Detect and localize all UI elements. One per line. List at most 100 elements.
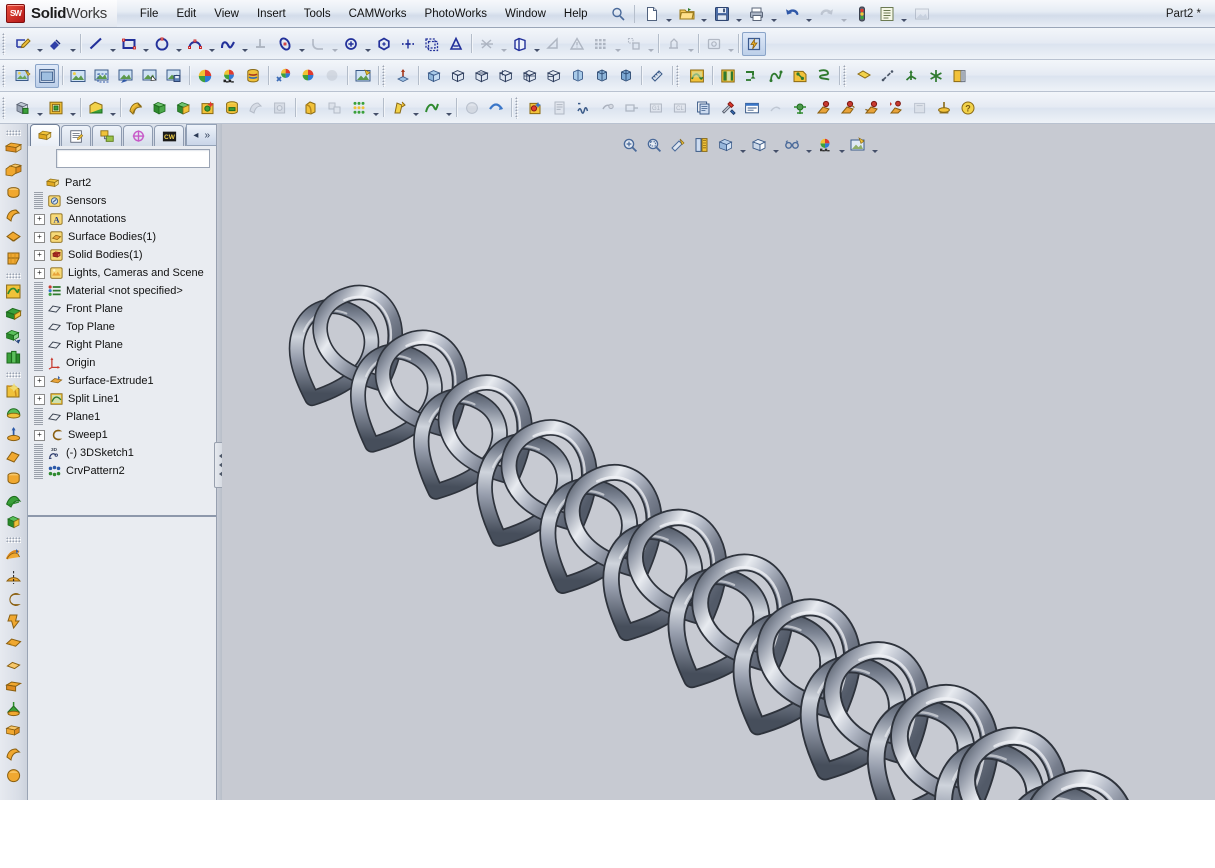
- toolbar-grip[interactable]: [2, 32, 9, 55]
- circle-icon[interactable]: [150, 32, 174, 56]
- point2-icon[interactable]: [924, 64, 948, 88]
- tree-item-lights-cameras-scene[interactable]: + Lights, Cameras and Scene: [28, 264, 216, 282]
- scene-dropdown-icon[interactable]: [870, 131, 879, 159]
- revolved-boss-dropdown-icon[interactable]: [108, 94, 117, 122]
- smart-dimension-icon[interactable]: [44, 32, 68, 56]
- rectangle-icon[interactable]: [117, 32, 141, 56]
- hole-wizard-icon[interactable]: [196, 96, 220, 120]
- swept-boss-icon[interactable]: [3, 204, 24, 225]
- tree-expander[interactable]: +: [34, 213, 45, 225]
- undo-dropdown-icon[interactable]: [805, 0, 814, 28]
- ellipse-dropdown-icon[interactable]: [297, 30, 306, 58]
- tab-property-manager[interactable]: [61, 125, 91, 146]
- tree-item-top-plane[interactable]: Top Plane: [28, 318, 216, 336]
- extruded-boss-base-icon[interactable]: [11, 96, 35, 120]
- post-process-icon[interactable]: [692, 96, 716, 120]
- options-icon[interactable]: [875, 2, 899, 26]
- tree-expander[interactable]: +: [34, 393, 45, 405]
- dome-surface-icon[interactable]: [3, 402, 24, 423]
- surface-offset-icon[interactable]: [3, 325, 24, 346]
- lofted-boss-icon[interactable]: [3, 226, 24, 247]
- sketch-dropdown-icon[interactable]: [35, 30, 44, 58]
- user-define-feature-icon[interactable]: [812, 96, 836, 120]
- thicken-icon[interactable]: [566, 64, 590, 88]
- tree-item-surface-bodies[interactable]: + Surface Bodies(1): [28, 228, 216, 246]
- ellipse-icon[interactable]: [273, 32, 297, 56]
- menu-file[interactable]: File: [131, 4, 168, 24]
- render-preview-icon[interactable]: [138, 64, 162, 88]
- boundary-boss-icon[interactable]: [3, 248, 24, 269]
- tree-item-right-plane[interactable]: Right Plane: [28, 336, 216, 354]
- menu-insert[interactable]: Insert: [248, 4, 295, 24]
- wrap-icon[interactable]: [3, 545, 24, 566]
- split-icon[interactable]: [3, 655, 24, 676]
- display-style-dropdown-icon[interactable]: [771, 131, 780, 159]
- spline-icon[interactable]: [216, 32, 240, 56]
- print-icon[interactable]: [745, 2, 769, 26]
- surface-radiate-icon[interactable]: [3, 347, 24, 368]
- technology-database-icon[interactable]: [716, 96, 740, 120]
- plane-icon[interactable]: [852, 64, 876, 88]
- combine-icon[interactable]: [3, 699, 24, 720]
- fillet-feature-icon[interactable]: [299, 96, 323, 120]
- trim-surface-icon[interactable]: [542, 64, 566, 88]
- section-view-icon[interactable]: [690, 133, 714, 157]
- render-selection-icon[interactable]: [114, 64, 138, 88]
- render-area-icon[interactable]: [90, 64, 114, 88]
- point-icon[interactable]: [339, 32, 363, 56]
- decal-icon[interactable]: [217, 64, 241, 88]
- draft-icon[interactable]: [387, 96, 411, 120]
- tree-item-origin[interactable]: Origin: [28, 354, 216, 372]
- display-style-icon[interactable]: [747, 133, 771, 157]
- indent-icon[interactable]: [3, 633, 24, 654]
- tree-item-part2[interactable]: Part2: [28, 174, 216, 192]
- options-dropdown-icon[interactable]: [900, 0, 909, 28]
- feature-tree-nav[interactable]: ◂ »: [186, 124, 216, 146]
- arc-dropdown-icon[interactable]: [207, 30, 216, 58]
- revolved-boss-icon[interactable]: [3, 182, 24, 203]
- polygon-icon[interactable]: [372, 32, 396, 56]
- previous-view-icon[interactable]: [666, 133, 690, 157]
- operation-parameters-icon[interactable]: [884, 96, 908, 120]
- circle-dropdown-icon[interactable]: [174, 30, 183, 58]
- new-document-icon[interactable]: [640, 2, 664, 26]
- rib-dropdown-icon[interactable]: [371, 94, 380, 122]
- tree-item-sweep1[interactable]: + Sweep1: [28, 426, 216, 444]
- new-document-dropdown-icon[interactable]: [665, 0, 674, 28]
- sweep-body-icon[interactable]: [3, 743, 24, 764]
- lofted-boss-icon[interactable]: [148, 96, 172, 120]
- apply-scene-icon[interactable]: [846, 133, 870, 157]
- spline-dropdown-icon[interactable]: [240, 30, 249, 58]
- toolbar-grip[interactable]: [2, 96, 9, 119]
- tree-item-split-line1[interactable]: + Split Line1: [28, 390, 216, 408]
- toolbar-grip[interactable]: [2, 64, 9, 87]
- menu-help[interactable]: Help: [555, 4, 597, 24]
- tree-item-crvpattern2[interactable]: CrvPattern2: [28, 462, 216, 480]
- tool-crib-icon[interactable]: [860, 96, 884, 120]
- rebuild-icon[interactable]: [850, 2, 874, 26]
- knit-surface-icon[interactable]: [3, 468, 24, 489]
- offset-entities-icon[interactable]: [420, 32, 444, 56]
- tab-feature-manager[interactable]: [30, 124, 60, 146]
- axis-icon[interactable]: [876, 64, 900, 88]
- extruded-boss-dropdown-icon[interactable]: [35, 94, 44, 122]
- sphere-body-icon[interactable]: [3, 765, 24, 786]
- menu-tools[interactable]: Tools: [295, 4, 340, 24]
- toolbar-grip[interactable]: [843, 64, 850, 87]
- surface-curve-icon[interactable]: [764, 64, 788, 88]
- mate-reference-icon[interactable]: [948, 64, 972, 88]
- replace-face-icon[interactable]: [614, 64, 638, 88]
- final-render-icon[interactable]: [351, 64, 375, 88]
- swept-boss-icon[interactable]: [124, 96, 148, 120]
- curve-dropdown-icon[interactable]: [444, 94, 453, 122]
- view-orientation-icon[interactable]: [714, 133, 738, 157]
- menu-edit[interactable]: Edit: [167, 4, 205, 24]
- menu-camworks[interactable]: CAMWorks: [340, 4, 416, 24]
- rapid-sketch-icon[interactable]: [742, 31, 766, 56]
- knit-surface-icon[interactable]: [518, 64, 542, 88]
- toolbar-grip[interactable]: [515, 96, 522, 119]
- nav-forward-icon[interactable]: »: [201, 130, 213, 141]
- thicken-surface-icon[interactable]: [3, 512, 24, 533]
- open-folder-icon[interactable]: [675, 2, 699, 26]
- arc-icon[interactable]: [183, 32, 207, 56]
